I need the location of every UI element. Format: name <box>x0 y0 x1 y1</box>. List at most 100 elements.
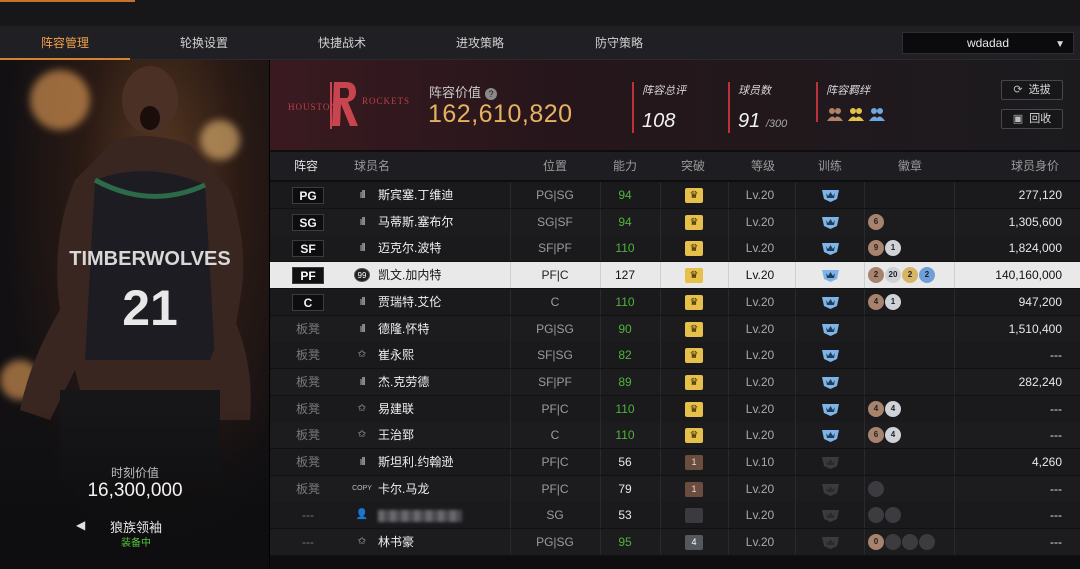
table-row[interactable]: 板凳 ✩ 易建联 PF|C 110 ♛ Lv.20 4 4 --- <box>270 395 1080 423</box>
col-level[interactable]: 等级 <box>751 152 775 180</box>
select-button[interactable]: ⟳ 选拔 <box>1001 80 1063 100</box>
badge-icon[interactable]: 6 <box>868 213 884 230</box>
badge-icon[interactable]: 0 <box>919 534 935 551</box>
badge-icon[interactable]: 6 <box>868 427 884 444</box>
col-breakthrough[interactable]: 突破 <box>681 152 705 180</box>
badge-icon[interactable]: 0 <box>868 534 884 551</box>
player-name[interactable]: 斯宾塞.丁维迪 <box>378 182 453 208</box>
badge-icon[interactable]: 2 <box>919 267 935 284</box>
badge-icon[interactable]: 0 <box>885 534 901 551</box>
training-crown-icon[interactable] <box>821 401 840 417</box>
badge-list[interactable]: 6 <box>868 213 884 230</box>
badge-icon[interactable]: 0 <box>868 480 884 497</box>
breakthrough-crown-icon[interactable]: ♛ <box>685 241 703 257</box>
breakthrough-crown-icon[interactable] <box>685 508 703 524</box>
tab-lineup-management[interactable]: 阵容管理 <box>0 26 130 60</box>
training-crown-icon[interactable] <box>821 294 840 310</box>
skill-prev-arrow-icon[interactable]: ◀ <box>76 518 85 532</box>
table-row[interactable]: SF ıll 迈克尔.波特 SF|PF 110 ♛ Lv.20 9 1 1,824,000 <box>270 235 1080 263</box>
breakthrough-crown-icon[interactable]: ♛ <box>685 374 703 390</box>
badge-list[interactable]: 2 20 2 2 <box>868 267 935 284</box>
lineup-slot-bench[interactable]: 板凳 <box>288 396 328 422</box>
training-crown-icon[interactable] <box>821 481 840 497</box>
lineup-slot-bench[interactable]: 板凳 <box>288 342 328 368</box>
badge-list[interactable]: 0000 <box>868 534 935 551</box>
breakthrough-crown-icon[interactable]: ♛ <box>685 268 703 284</box>
bond-blue-icon[interactable] <box>868 106 886 122</box>
badge-list[interactable]: 64 <box>868 427 901 444</box>
player-name[interactable]: 王治郅 <box>378 422 414 448</box>
lineup-slot-bench[interactable]: 板凳 <box>288 449 328 475</box>
player-name[interactable]: 迈克尔.波特 <box>378 235 441 261</box>
breakthrough-crown-icon[interactable]: ♛ <box>685 188 703 203</box>
player-name[interactable]: 斯坦利.约翰逊 <box>378 449 453 475</box>
training-crown-icon[interactable] <box>821 347 840 363</box>
breakthrough-crown-icon[interactable]: 4 <box>685 535 703 551</box>
table-row[interactable]: SG ıll 马蒂斯.塞布尔 SG|SF 94 ♛ Lv.20 6 1,305,600 <box>270 208 1080 236</box>
training-crown-icon[interactable] <box>821 507 840 523</box>
table-row[interactable]: 板凳 ıll 杰.克劳德 SF|PF 89 ♛ Lv.20 282,240 <box>270 368 1080 396</box>
badge-list[interactable]: 0 <box>868 480 884 497</box>
badge-list[interactable]: 00 <box>868 507 901 524</box>
training-crown-icon[interactable] <box>821 214 840 230</box>
lineup-slot-bench[interactable]: 板凳 <box>288 316 328 342</box>
table-row[interactable]: Cıll 贾瑞特.艾伦 C 110 ♛ Lv.20 4 1 947,200 <box>270 288 1080 316</box>
badge-icon[interactable]: 9 <box>868 240 884 257</box>
table-row[interactable]: PG ıll 斯宾塞.丁维迪 PG|SG 94 ♛ Lv.20 277,120 <box>270 182 1080 209</box>
player-name[interactable]: 卡尔.马龙 <box>378 476 429 502</box>
col-player-value[interactable]: 球员身价 <box>1011 152 1059 180</box>
training-crown-icon[interactable] <box>821 187 840 203</box>
table-row[interactable]: 板凳 ✩ 崔永熙 SF|SG 82 ♛ Lv.20 --- <box>270 342 1080 370</box>
col-badges[interactable]: 徽章 <box>898 152 922 180</box>
table-row[interactable]: PF 99 凯文.加内特 PF|C 127 ♛ Lv.20 2 20 2 2 140,160,000 <box>270 262 1080 290</box>
lineup-slot-badge[interactable]: PF <box>292 267 324 285</box>
question-icon[interactable]: ? <box>485 87 498 100</box>
col-position[interactable]: 位置 <box>543 152 567 180</box>
table-row[interactable]: 板凳 COPY 卡尔.马龙 PF|C 79 1 Lv.20 0 --- <box>270 475 1080 503</box>
training-crown-icon[interactable] <box>821 374 840 390</box>
tab-rotation-settings[interactable]: 轮换设置 <box>139 26 269 60</box>
training-crown-icon[interactable] <box>821 454 840 470</box>
lineup-slot-bench[interactable]: 板凳 <box>288 476 328 502</box>
player-name-blurred[interactable] <box>378 502 462 528</box>
tab-defense-strategy[interactable]: 防守策略 <box>554 26 684 60</box>
table-row[interactable]: --- 👤 SG 53 Lv.20 0 0 --- <box>270 502 1080 530</box>
lineup-slot-bench[interactable]: 板凳 <box>288 422 328 448</box>
badge-icon[interactable]: 1 <box>885 240 901 257</box>
recycle-button[interactable]: ▣ 回收 <box>1001 109 1063 129</box>
badge-icon[interactable]: 4 <box>868 293 884 310</box>
badge-icon[interactable]: 1 <box>885 293 901 310</box>
bond-stat[interactable]: 阵容羁绊 <box>816 82 886 122</box>
badge-icon[interactable]: 0 <box>868 507 884 524</box>
table-row[interactable]: 板凳 ıll 斯坦利.约翰逊 PF|C 56 1 Lv.10 4,260 <box>270 449 1080 476</box>
badge-list[interactable]: 91 <box>868 240 901 257</box>
training-crown-icon[interactable] <box>821 321 840 337</box>
breakthrough-crown-icon[interactable]: ♛ <box>685 428 703 444</box>
training-crown-icon[interactable] <box>821 267 840 283</box>
badge-icon[interactable]: 4 <box>885 427 901 444</box>
breakthrough-crown-icon[interactable]: ♛ <box>685 214 703 230</box>
training-crown-icon[interactable] <box>821 427 840 443</box>
badge-icon[interactable]: 2 <box>902 267 918 284</box>
player-name[interactable]: 杰.克劳德 <box>378 369 429 395</box>
badge-icon[interactable]: 4 <box>885 400 901 417</box>
breakthrough-crown-icon[interactable]: ♛ <box>685 401 703 417</box>
badge-icon[interactable]: 0 <box>885 507 901 524</box>
table-row[interactable]: 板凳 ıll 德隆.怀特 PG|SG 90 ♛ Lv.20 1,510,400 <box>270 315 1080 343</box>
player-name[interactable]: 凯文.加内特 <box>378 262 441 288</box>
player-name[interactable]: 易建联 <box>378 396 414 422</box>
badge-icon[interactable]: 20 <box>885 267 901 284</box>
lineup-slot-badge[interactable]: PG <box>292 187 324 204</box>
player-name[interactable]: 贾瑞特.艾伦 <box>378 289 441 315</box>
col-player-name[interactable]: 球员名 <box>354 152 390 180</box>
account-selector[interactable]: wdadad ▼ <box>902 32 1074 54</box>
player-card[interactable]: TIMBERWOLVES 21 时刻价值 16,300,000 ◀ 狼族领袖 装… <box>0 60 270 569</box>
col-lineup[interactable]: 阵容 <box>294 152 318 180</box>
lineup-slot-badge[interactable]: C <box>292 293 324 311</box>
player-name[interactable]: 林书豪 <box>378 529 414 555</box>
training-crown-icon[interactable] <box>821 534 840 550</box>
badge-icon[interactable]: 2 <box>868 267 884 284</box>
badge-list[interactable]: 44 <box>868 400 901 417</box>
breakthrough-crown-icon[interactable]: ♛ <box>685 294 703 310</box>
col-ability[interactable]: 能力 <box>613 152 637 180</box>
